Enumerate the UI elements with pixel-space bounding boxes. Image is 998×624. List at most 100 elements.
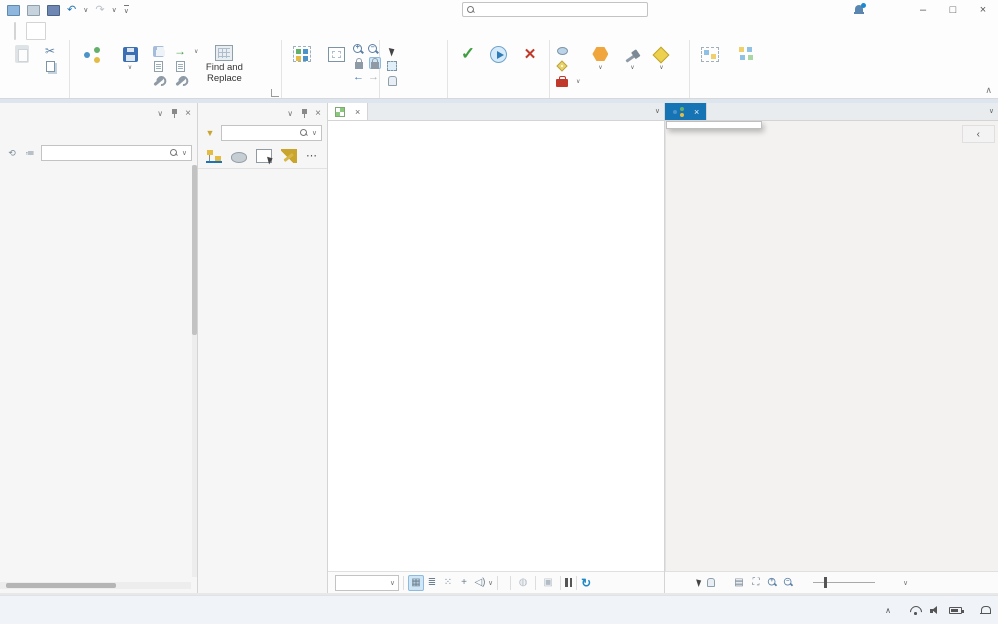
more-options-icon[interactable]: ⋯ — [306, 149, 318, 162]
volume-icon[interactable] — [930, 606, 940, 615]
map-tab-close-icon[interactable]: × — [355, 107, 360, 117]
crosshair-tool-icon[interactable]: + — [456, 575, 472, 591]
undo-icon[interactable]: ↶ — [67, 4, 76, 16]
new-project-icon[interactable] — [7, 4, 20, 16]
pause-drawing-icon[interactable] — [565, 578, 573, 587]
model-canvas[interactable]: ‹ — [665, 121, 998, 571]
group-button[interactable] — [693, 42, 727, 86]
layout-status-icon[interactable]: ▣ — [540, 575, 556, 591]
map-tab-list-icon[interactable]: ∨ — [655, 107, 660, 115]
redo-icon[interactable]: ↷ — [95, 4, 104, 16]
contents-dropdown-icon[interactable]: ∨ — [287, 109, 293, 118]
catalog-horizontal-scrollbar[interactable] — [0, 582, 191, 589]
nav-forward-icon[interactable]: → — [368, 71, 379, 83]
variable-button[interactable] — [553, 44, 583, 58]
validate-button[interactable]: ✓ — [451, 42, 485, 86]
catalog-search-input[interactable] — [46, 147, 166, 159]
catalog-search-dropdown-icon[interactable]: ∨ — [182, 149, 187, 157]
nav-back-icon[interactable]: ← — [353, 71, 364, 83]
tab-model-h[interactable]: × — [665, 103, 708, 120]
tools-button[interactable]: ∨ — [553, 74, 583, 88]
fit-to-window-button[interactable] — [319, 42, 353, 86]
catalog-refresh-icon[interactable]: ≔ — [23, 146, 37, 160]
maximize-button[interactable]: □ — [938, 0, 968, 20]
logical-button[interactable]: ∨ — [647, 42, 675, 86]
snapping-toggle-icon[interactable]: ▦ — [408, 574, 424, 591]
tab-map[interactable]: × — [328, 103, 369, 120]
notifications-icon[interactable] — [854, 3, 866, 15]
intermediate-button[interactable]: ✕ — [511, 42, 549, 86]
open-project-icon[interactable] — [27, 4, 40, 16]
view-layout-icon[interactable]: ▤ — [733, 575, 745, 591]
unlock-icon[interactable] — [371, 57, 379, 69]
list-by-editing-icon[interactable] — [281, 148, 297, 163]
redo-dropdown-icon[interactable]: ∨ — [112, 6, 117, 14]
select-button[interactable] — [383, 44, 405, 58]
properties-button[interactable] — [149, 59, 171, 73]
iterators-button[interactable]: ∨ — [583, 42, 617, 86]
command-search-input[interactable] — [479, 4, 643, 15]
zoom-in-icon[interactable]: + — [353, 44, 364, 55]
paste-button[interactable] — [3, 42, 41, 86]
catalog-close-icon[interactable]: × — [185, 108, 191, 119]
view-fit-icon[interactable]: ⛶ — [750, 575, 762, 591]
contents-search-input[interactable] — [226, 127, 296, 139]
auto-save-button[interactable] — [149, 44, 171, 58]
report-button[interactable] — [171, 59, 201, 73]
map-canvas[interactable] — [328, 121, 664, 571]
contents-search-box[interactable]: ∨ — [221, 125, 322, 141]
select-all-button[interactable] — [383, 59, 405, 73]
open-tool-button[interactable] — [171, 74, 201, 88]
zoom-percent-dropdown-icon[interactable]: ∨ — [903, 579, 908, 587]
filter-icon[interactable]: ▼ — [203, 126, 217, 140]
export-button[interactable]: → ∨ — [171, 44, 201, 58]
minimize-button[interactable]: – — [908, 0, 938, 20]
list-by-selection-icon[interactable] — [256, 148, 272, 163]
zoom-slider[interactable] — [813, 577, 875, 588]
list-by-data-source-icon[interactable] — [231, 152, 247, 163]
mode-pan-icon[interactable] — [707, 578, 715, 587]
zoom-out-icon[interactable]: – — [368, 44, 379, 55]
model-tab-list-icon[interactable]: ∨ — [989, 107, 994, 115]
contents-pin-icon[interactable] — [301, 108, 308, 118]
show-toolbar-button[interactable]: ‹ — [961, 125, 995, 143]
auto-layout-button[interactable] — [285, 42, 319, 86]
mode-select-icon[interactable] — [696, 577, 703, 588]
catalog-dropdown-icon[interactable]: ∨ — [157, 109, 163, 118]
label-button[interactable] — [553, 59, 583, 73]
model-dialog-launcher-icon[interactable] — [271, 89, 279, 97]
command-search[interactable] — [462, 2, 648, 17]
environments-button[interactable] — [149, 74, 171, 88]
utilities-button[interactable]: ∨ — [617, 42, 647, 86]
collapse-ribbon-icon[interactable]: ∧ — [985, 85, 992, 96]
contents-search-dropdown-icon[interactable]: ∨ — [312, 129, 317, 137]
undo-dropdown-icon[interactable]: ∨ — [83, 6, 88, 14]
catalog-pin-icon[interactable] — [171, 108, 178, 118]
list-tool-icon[interactable]: ≣ — [424, 575, 440, 591]
tray-expand-icon[interactable]: ∧ — [885, 606, 891, 615]
pane-splitter[interactable] — [664, 103, 665, 593]
catalog-back-icon[interactable]: ⟲ — [5, 146, 19, 160]
new-model-button[interactable] — [73, 42, 111, 86]
save-project-icon[interactable] — [47, 4, 60, 16]
run-button[interactable] — [485, 42, 511, 86]
ungroup-button[interactable] — [727, 42, 767, 86]
catalog-vertical-scrollbar[interactable] — [192, 165, 197, 577]
contents-close-icon[interactable]: × — [315, 108, 321, 119]
speaker-tool-icon[interactable]: ◁) — [472, 575, 488, 591]
close-button[interactable]: × — [968, 0, 998, 20]
pan-button[interactable] — [383, 74, 405, 88]
map-scale-selector[interactable]: ∨ — [335, 574, 399, 591]
status-zoom-out-icon[interactable]: – — [783, 577, 793, 587]
catalog-search-box[interactable]: ∨ — [41, 145, 192, 161]
refresh-map-icon[interactable]: ↻ — [581, 576, 591, 590]
model-tab-close-icon[interactable]: × — [694, 107, 699, 117]
status-zoom-in-icon[interactable]: + — [767, 577, 777, 587]
battery-icon[interactable] — [949, 607, 964, 614]
customize-qat-icon[interactable]: ∨ — [123, 5, 129, 15]
save-model-button[interactable]: ∨ — [111, 42, 149, 86]
notification-bell-icon[interactable] — [980, 605, 991, 616]
lock-icon[interactable] — [355, 57, 363, 69]
copy-button[interactable] — [41, 59, 63, 73]
wifi-icon[interactable] — [909, 606, 921, 615]
